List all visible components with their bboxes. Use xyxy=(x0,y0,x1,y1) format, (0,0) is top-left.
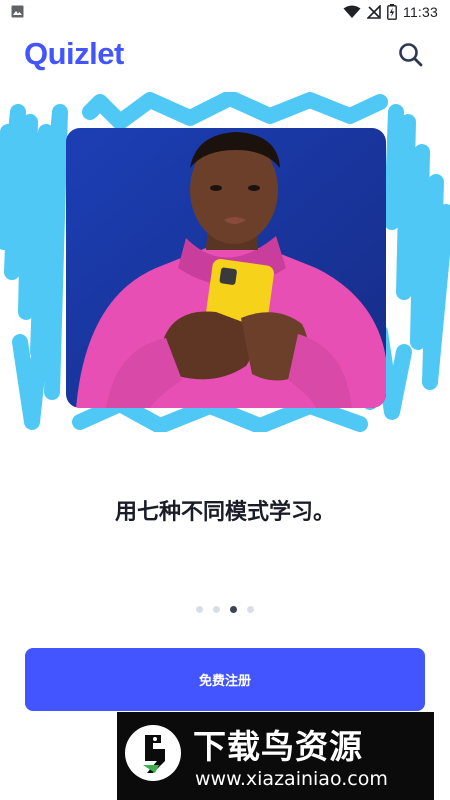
page-indicator xyxy=(0,606,450,613)
wifi-icon xyxy=(343,5,361,18)
search-icon[interactable] xyxy=(396,40,426,70)
page-dot-active[interactable] xyxy=(230,606,237,613)
page-dot[interactable] xyxy=(213,606,220,613)
clock: 11:33 xyxy=(403,4,438,20)
student-photo xyxy=(66,128,386,408)
page-dot[interactable] xyxy=(196,606,203,613)
student-with-phone-illustration xyxy=(66,128,386,408)
no-signal-icon xyxy=(367,5,381,19)
hero-illustration xyxy=(0,92,450,432)
watermark-url: www.xiazainiao.com xyxy=(195,768,388,790)
signup-button[interactable]: 免费注册 xyxy=(25,648,425,711)
status-bar: 11:33 xyxy=(0,0,450,24)
battery-charging-icon xyxy=(387,4,397,20)
gallery-icon xyxy=(11,5,24,18)
bird-logo-icon xyxy=(125,725,181,781)
watermark-title: 下载鸟资源 xyxy=(193,727,363,766)
quizlet-logo: Quizlet xyxy=(24,36,124,71)
watermark-banner: 下载鸟资源 www.xiazainiao.com xyxy=(117,712,434,800)
onboarding-headline: 用七种不同模式学习。 xyxy=(114,500,335,525)
page-dot[interactable] xyxy=(247,606,254,613)
